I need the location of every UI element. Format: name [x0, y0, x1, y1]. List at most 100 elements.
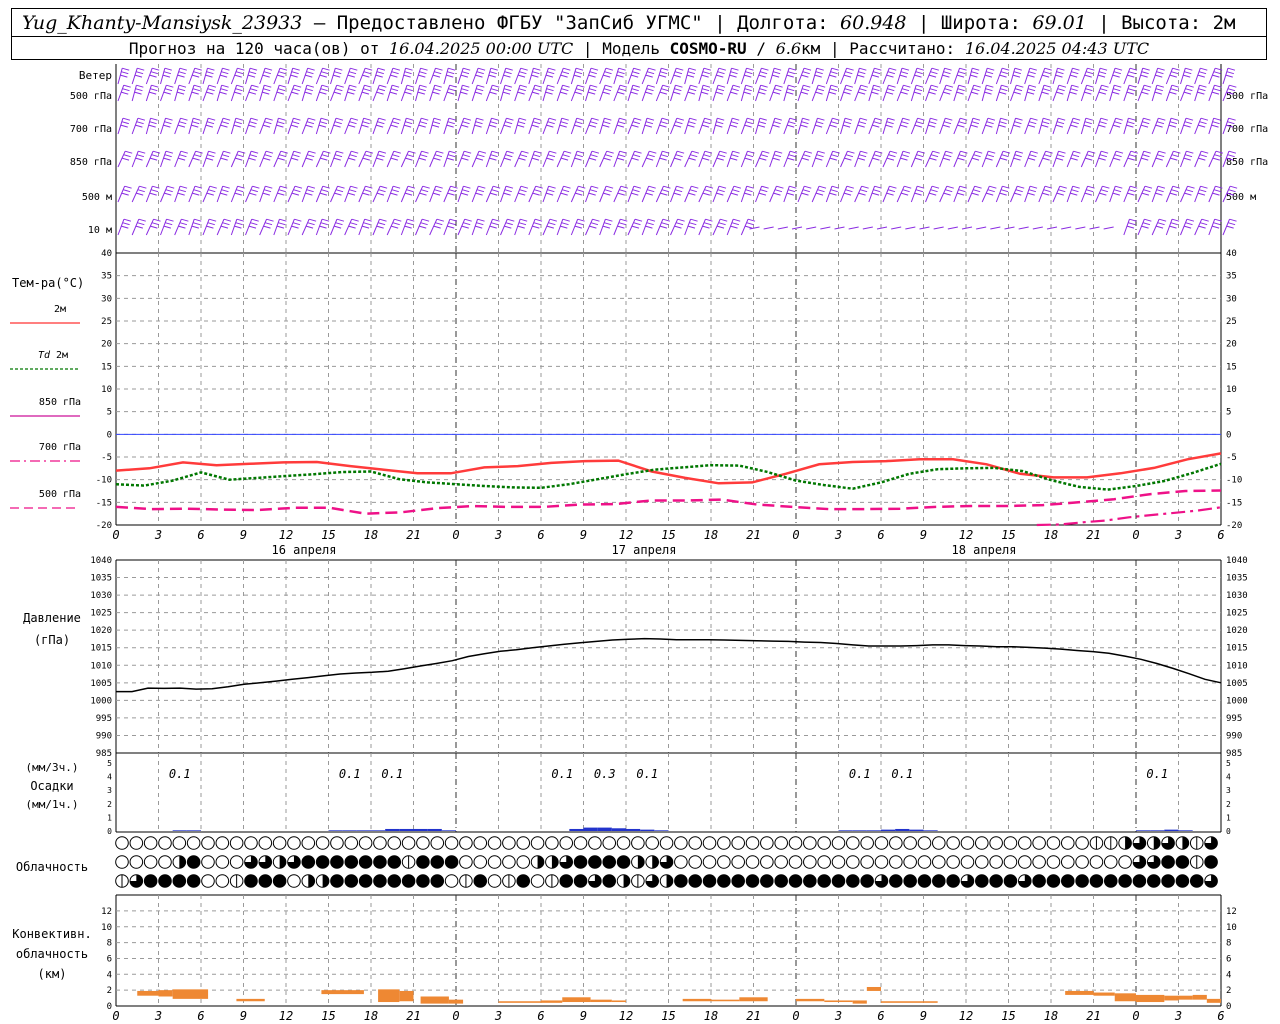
pressure-tick-left: 1000 — [90, 696, 112, 706]
wind-barb-feather — [1099, 121, 1107, 125]
wind-barb-feather — [432, 91, 440, 95]
wind-barb-feather — [1002, 67, 1010, 71]
wind-barb-feather — [762, 150, 770, 154]
wind-barb-feather — [505, 154, 513, 158]
wind-barb-feather — [589, 225, 597, 229]
wind-barb-feather — [1029, 121, 1037, 125]
cloud-symbol — [301, 836, 316, 850]
wind-barb — [145, 118, 152, 135]
wind-barb-feather — [278, 222, 286, 226]
cloud-symbol-fill — [416, 855, 430, 869]
wind-barb-feather — [123, 218, 132, 222]
wind-barb-feather — [121, 121, 129, 125]
wind-barb-feather — [960, 117, 968, 121]
wind-barb-feather — [405, 222, 414, 226]
wind-barb-feather — [448, 222, 456, 226]
wind-barb-feather — [1144, 218, 1152, 222]
wind-barb-feather — [135, 88, 143, 92]
cloud-symbol — [760, 836, 774, 850]
wind-barb-feather — [1013, 91, 1021, 95]
wind-barb-feather — [998, 124, 1006, 128]
wind-barb-feather — [223, 150, 231, 154]
wind-barb-feather — [971, 121, 979, 125]
wind-barb-feather — [262, 192, 270, 196]
wind-barb-feather — [970, 74, 978, 78]
wind-barb-feather — [448, 117, 457, 121]
x-hour-label-bottom: 21 — [406, 1009, 420, 1023]
wind-barb-feather — [447, 121, 455, 125]
wind-barb-feather — [730, 71, 738, 75]
wind-barb-feather — [914, 124, 922, 128]
wind-barb-feather — [361, 225, 370, 229]
x-hour-label-bottom: 15 — [1001, 1009, 1015, 1023]
cloud-symbol — [903, 836, 917, 850]
wind-barb-feather — [618, 222, 626, 226]
wind-barb-feather — [858, 121, 867, 125]
wind-barb-feather — [701, 124, 710, 128]
pressure-tick-left: 1035 — [90, 574, 112, 584]
wind-barb-feather — [1042, 192, 1050, 196]
wind-barb-feather — [1128, 222, 1136, 226]
wind-barb-feather — [902, 189, 910, 193]
wind-barb-feather — [293, 117, 301, 121]
temp-tick-left: 25 — [101, 317, 112, 327]
cloud-symbol-half — [1125, 836, 1132, 850]
wind-barb-feather — [1070, 157, 1078, 161]
wind-barb-feather — [505, 222, 513, 226]
wind-barb — [415, 85, 421, 102]
wind-barb-feather — [477, 154, 485, 158]
wind-barb-feather — [404, 192, 413, 196]
wind-barb-feather — [901, 154, 909, 158]
wind-barb-feather — [787, 124, 795, 128]
wind-barb-feather — [1014, 88, 1023, 92]
precip-bar — [371, 830, 386, 831]
wind-barb-feather — [1071, 121, 1079, 125]
wind-barb — [1032, 226, 1043, 230]
wind-barb — [372, 68, 379, 85]
wind-barb-feather — [1130, 150, 1138, 154]
wind-barb — [655, 68, 662, 85]
wind-barb — [1010, 68, 1016, 85]
wind-barb-feather — [121, 192, 129, 196]
cloud-symbol-fill — [989, 874, 1003, 888]
temp-tick-right: 20 — [1226, 340, 1237, 350]
x-hour-label-bottom: 9 — [920, 1009, 927, 1023]
wind-barb-feather — [464, 218, 472, 222]
precip-bar — [399, 828, 414, 831]
wind-barb-feather — [758, 121, 767, 125]
wind-barb-feather — [590, 84, 598, 88]
cloud-symbol-half — [179, 855, 186, 869]
wind-level-label-right: 850 гПа — [1226, 157, 1268, 168]
wind-barb — [712, 118, 718, 135]
wind-barb-feather — [490, 121, 498, 125]
cloud-symbol-fill — [373, 874, 387, 888]
cloud-symbol-fill — [516, 874, 530, 888]
wind-barb-feather — [1070, 88, 1078, 92]
precip-tick-left: 2 — [107, 800, 112, 809]
wind-barb-feather — [1115, 117, 1123, 121]
wind-barb-feather — [546, 192, 554, 196]
wind-barb-feather — [1212, 192, 1220, 196]
wind-barb-feather — [831, 154, 839, 158]
wind-barb-feather — [971, 91, 979, 95]
wind-barb-feather — [320, 222, 328, 226]
wind-barb-feather — [1113, 157, 1121, 161]
wind-barb-feather — [631, 225, 640, 229]
precip-unit-top: (мм/3ч.) — [26, 761, 79, 774]
wind-barb-feather — [491, 117, 499, 121]
x-hour-label: 0 — [112, 528, 119, 542]
wind-barb-feather — [1173, 150, 1181, 154]
wind-barb-feather — [248, 91, 257, 95]
wind-barb-feather — [1073, 150, 1081, 154]
cloud-symbol — [502, 855, 516, 869]
wind-barb-feather — [1213, 222, 1221, 226]
wind-barb — [471, 118, 477, 135]
wind-barb-feather — [235, 157, 243, 161]
wind-barb-feather — [420, 67, 428, 71]
wind-barb-feather — [619, 189, 627, 193]
wind-barb-feather — [987, 67, 995, 71]
wind-barb-feather — [503, 192, 511, 196]
wind-barb — [1010, 118, 1017, 135]
pressure-unit: (гПа) — [34, 633, 70, 647]
wind-barb-feather — [560, 121, 568, 125]
